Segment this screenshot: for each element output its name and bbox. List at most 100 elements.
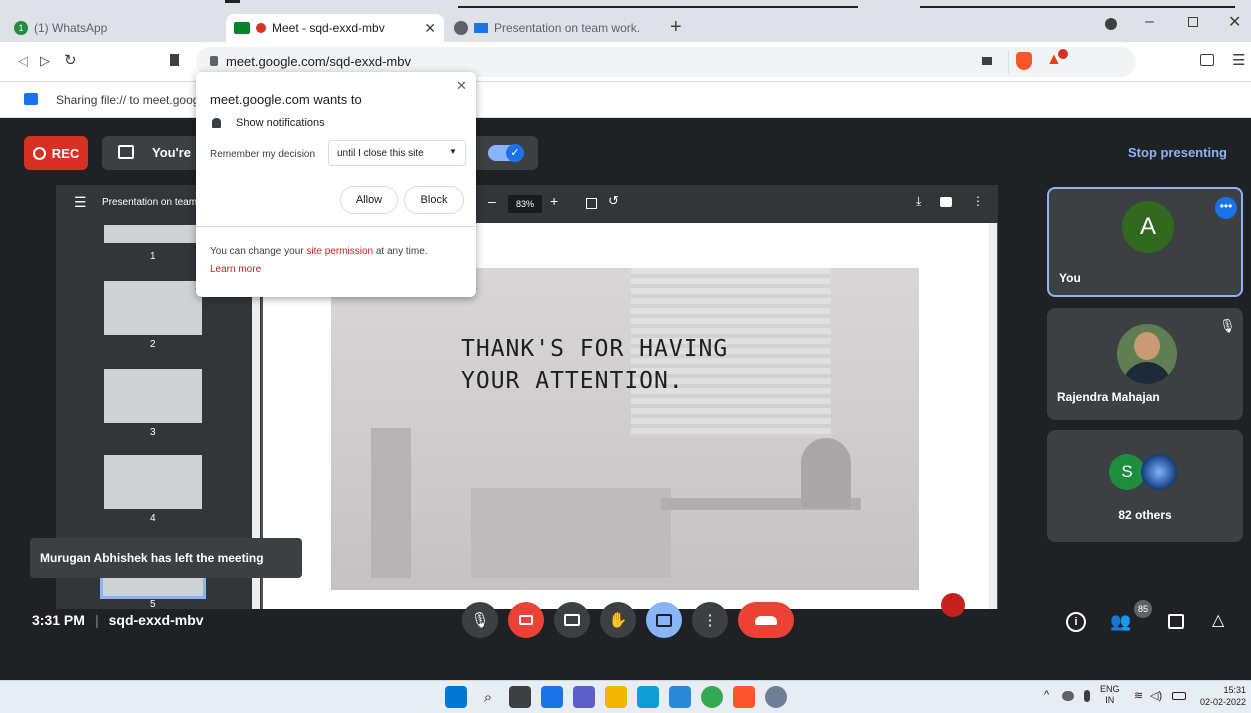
close-icon[interactable]: ✕: [456, 78, 467, 94]
camera-off-button[interactable]: [508, 602, 544, 638]
recording-dot-icon: [256, 23, 266, 33]
zoom-level[interactable]: 83%: [508, 195, 542, 213]
slide-logo: [941, 593, 965, 617]
tab-label: (1) WhatsApp: [34, 21, 108, 35]
minimize-icon[interactable]: –: [1145, 13, 1154, 31]
windows-start-icon[interactable]: [445, 686, 467, 708]
captions-button[interactable]: [554, 602, 590, 638]
more-options-icon[interactable]: •••: [1215, 197, 1237, 219]
block-button[interactable]: Block: [404, 186, 464, 214]
profile-icon[interactable]: [1105, 18, 1117, 30]
zoom-out-icon[interactable]: –: [488, 193, 496, 209]
raise-hand-button[interactable]: ✋: [600, 602, 636, 638]
settings-gear-icon[interactable]: [765, 686, 787, 708]
taskbar-apps: ⌕: [445, 686, 787, 708]
file-explorer-icon[interactable]: [605, 686, 627, 708]
face-shape: [1134, 332, 1160, 360]
whatsapp-icon: 1: [14, 21, 28, 35]
present-now-button[interactable]: [646, 602, 682, 638]
brave-shield-icon[interactable]: [1016, 52, 1032, 70]
wallet-icon[interactable]: [1200, 54, 1214, 66]
microphone-tray-icon[interactable]: [1084, 690, 1090, 702]
store-icon[interactable]: [669, 686, 691, 708]
globe-icon: [454, 21, 468, 35]
search-icon[interactable]: ⌕: [477, 686, 499, 708]
toast-notification: Murugan Abhishek has left the meeting: [30, 538, 302, 578]
present-icon: [656, 613, 672, 627]
learn-more-link[interactable]: Learn more: [210, 264, 261, 275]
fit-page-icon[interactable]: [586, 198, 597, 209]
people-icon[interactable]: 👥: [1110, 612, 1131, 632]
edge-icon[interactable]: [637, 686, 659, 708]
microphone-button[interactable]: 🎙: [462, 602, 498, 638]
chevron-down-icon: ▼: [449, 147, 457, 156]
close-tab-icon[interactable]: ✕: [424, 20, 436, 37]
clock-time: 15:31: [1223, 685, 1246, 695]
back-icon[interactable]: ◁: [18, 53, 28, 69]
chrome-icon[interactable]: [701, 686, 723, 708]
call-controls: 🎙 ✋ ⋮: [462, 602, 794, 638]
maximize-icon[interactable]: [1188, 17, 1198, 27]
recording-badge[interactable]: REC: [24, 136, 88, 170]
cloud-icon[interactable]: [1062, 691, 1074, 701]
bookmark-icon[interactable]: [170, 54, 179, 66]
thumbnail-4[interactable]: [104, 455, 202, 509]
region-code: IN: [1105, 695, 1115, 705]
participant-tile-you[interactable]: A You •••: [1047, 187, 1243, 297]
print-icon[interactable]: [940, 197, 952, 207]
allow-button[interactable]: Allow: [340, 186, 398, 214]
reload-icon[interactable]: ↻: [64, 51, 77, 69]
lock-icon[interactable]: [210, 56, 218, 66]
task-view-icon[interactable]: [509, 686, 531, 708]
thumbnail-2[interactable]: [104, 281, 202, 335]
zoom-in-icon[interactable]: +: [550, 193, 558, 209]
page-scrollbar[interactable]: [989, 223, 997, 609]
screen-share-icon: [474, 23, 488, 33]
battery-icon[interactable]: [1172, 692, 1186, 700]
widgets-icon[interactable]: [541, 686, 563, 708]
sharing-text: Sharing file:// to meet.goog: [56, 93, 200, 107]
menu-icon[interactable]: ☰: [1232, 51, 1245, 69]
participant-tile-others[interactable]: S 82 others: [1047, 430, 1243, 542]
more-options-button[interactable]: ⋮: [692, 602, 728, 638]
stop-presenting-button[interactable]: Stop presenting: [1128, 145, 1227, 160]
tab-meet[interactable]: Meet - sqd-exxd-mbv ✕: [226, 14, 444, 42]
new-tab-button[interactable]: +: [670, 14, 682, 40]
thumbnail-3[interactable]: [104, 369, 202, 423]
permission-popup: ✕ meet.google.com wants to Show notifica…: [196, 72, 476, 297]
camera-indicator-icon[interactable]: [982, 57, 992, 65]
thumbnail-number: 4: [150, 513, 156, 524]
url-text[interactable]: meet.google.com/sqd-exxd-mbv: [226, 54, 411, 69]
check-icon: ✓: [506, 144, 524, 162]
tab-presentation[interactable]: Presentation on team work.: [446, 14, 656, 42]
site-permission-link[interactable]: site permission: [306, 246, 373, 257]
leave-call-button[interactable]: [738, 602, 794, 638]
tab-whatsapp[interactable]: 1 (1) WhatsApp: [6, 14, 220, 42]
taskbar-clock[interactable]: 15:31 02-02-2022: [1192, 684, 1246, 708]
rotate-icon[interactable]: ↺: [608, 193, 619, 209]
thumbnail-1[interactable]: [104, 225, 202, 243]
download-icon[interactable]: ⤓: [916, 194, 921, 209]
remember-select[interactable]: until I close this site ▼: [328, 140, 466, 166]
volume-icon[interactable]: ◁): [1150, 689, 1162, 702]
tab-label: Meet - sqd-exxd-mbv: [272, 21, 385, 35]
meeting-details-icon[interactable]: i: [1066, 612, 1086, 632]
toggle-switch[interactable]: ✓: [488, 144, 524, 162]
rec-label: REC: [51, 145, 80, 161]
participant-tile-rajendra[interactable]: Rajendra Mahajan 🎙: [1047, 308, 1243, 420]
forward-icon[interactable]: ▷: [40, 53, 50, 69]
teams-chat-icon[interactable]: [573, 686, 595, 708]
language-indicator[interactable]: ENG IN: [1100, 684, 1120, 706]
menu-icon[interactable]: ☰: [74, 194, 87, 211]
brave-icon[interactable]: [733, 686, 755, 708]
chevron-up-icon[interactable]: ^: [1044, 689, 1049, 701]
wifi-icon[interactable]: ≋: [1134, 689, 1143, 702]
more-options-icon[interactable]: ⋮: [972, 194, 984, 208]
thumbnail-number: 1: [150, 251, 156, 262]
share-screen-icon: [24, 93, 38, 105]
meeting-info: 3:31 PM | sqd-exxd-mbv: [32, 612, 204, 628]
close-window-icon[interactable]: ✕: [1228, 12, 1241, 32]
chat-icon[interactable]: [1168, 614, 1184, 629]
avatar: S: [1109, 454, 1145, 490]
activities-icon[interactable]: △: [1212, 610, 1224, 630]
